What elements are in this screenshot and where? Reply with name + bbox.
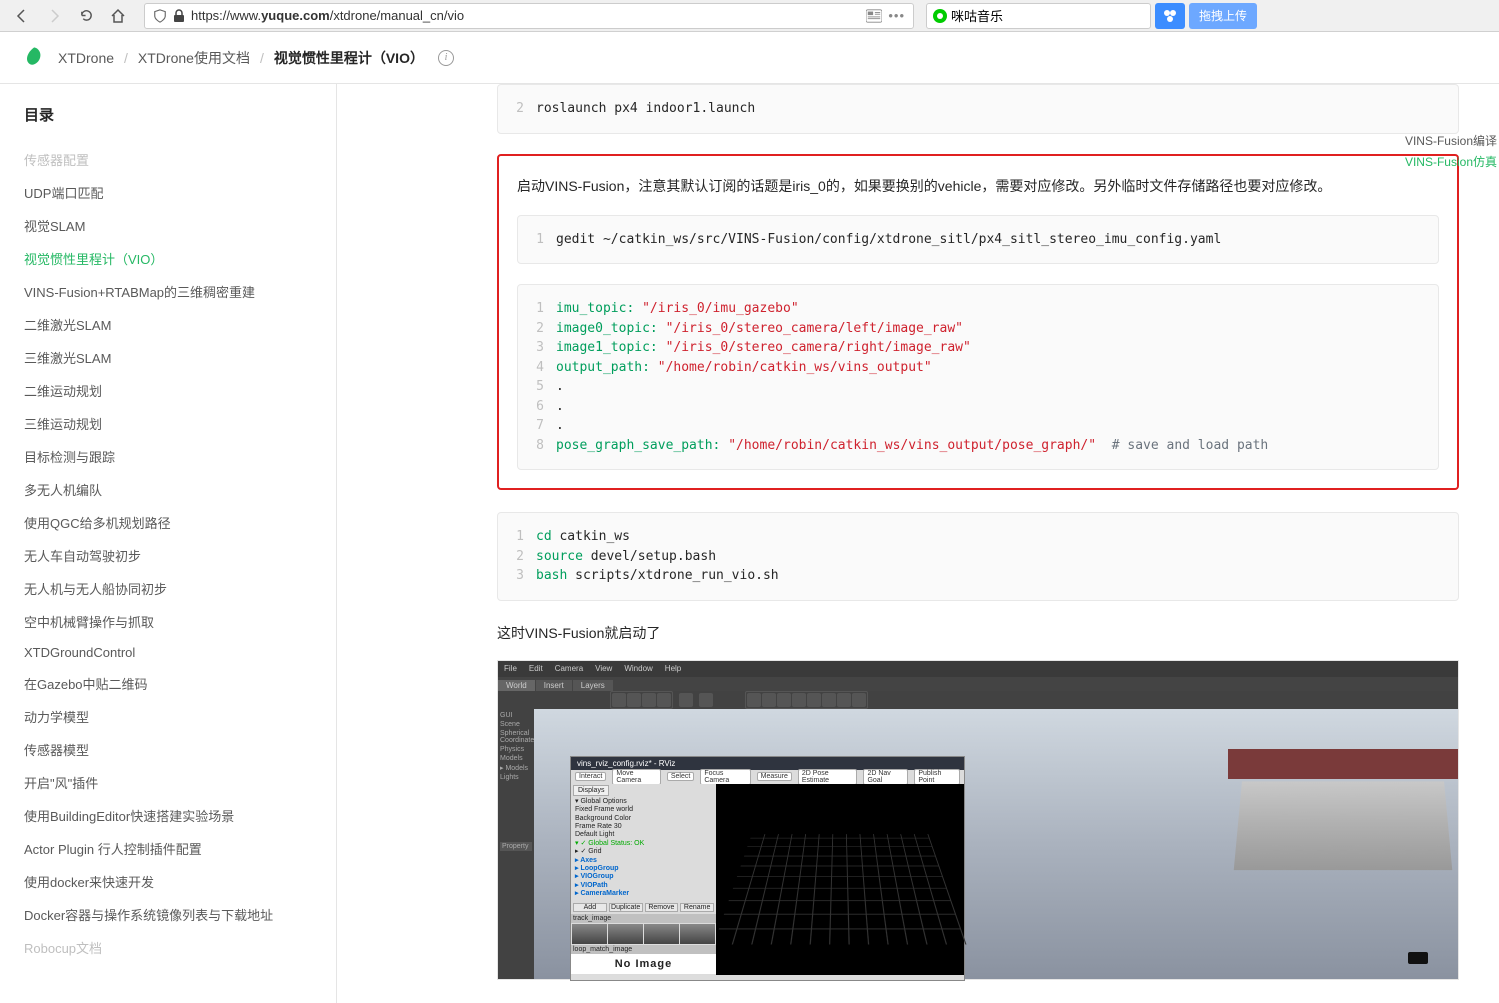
search-engine-icon [933, 9, 947, 23]
toc-item[interactable]: 无人机与无人船协同初步 [24, 572, 336, 605]
rviz-displays-panel: Displays ▾ Global Options Fixed Frame wo… [571, 784, 716, 975]
gazebo-menubar: FileEditCameraViewWindowHelp [498, 661, 1458, 677]
info-icon[interactable]: i [438, 50, 454, 66]
code-text: gedit ~/catkin_ws/src/VINS-Fusion/config… [556, 230, 1438, 250]
toc-item[interactable]: 无人车自动驾驶初步 [24, 539, 336, 572]
breadcrumb-current: 视觉惯性里程计（VIO） [274, 48, 424, 68]
toc-item[interactable]: VINS-Fusion+RTABMap的三维稠密重建 [24, 275, 336, 308]
line-number: 1 [518, 230, 556, 250]
upload-button[interactable]: 拖拽上传 [1189, 3, 1257, 29]
toc-item[interactable]: 二维激光SLAM [24, 308, 336, 341]
toc-item[interactable]: 在Gazebo中贴二维码 [24, 667, 336, 700]
breadcrumb-sep: / [260, 50, 264, 66]
toc-item[interactable]: 空中机械臂操作与抓取 [24, 605, 336, 638]
toc-item[interactable]: 传感器配置 [24, 143, 336, 176]
drone-icon [1408, 952, 1428, 964]
toc-item[interactable]: 开启"风"插件 [24, 766, 336, 799]
toc-item[interactable]: Actor Plugin 行人控制插件配置 [24, 832, 336, 865]
toc-item[interactable]: UDP端口匹配 [24, 176, 336, 209]
url-bar[interactable]: https://www.yuque.com/xtdrone/manual_cn/… [144, 3, 914, 29]
code-block: 2roslaunch px4 indoor1.launch [497, 84, 1459, 134]
shield-icon [153, 9, 167, 23]
toc-item[interactable]: 三维运动规划 [24, 407, 336, 440]
sidebar-title: 目录 [24, 104, 336, 125]
reload-button[interactable] [72, 2, 100, 30]
toc-item[interactable]: Robocup文档 [24, 931, 336, 964]
toc-item[interactable]: Docker容器与操作系统镜像列表与下载地址 [24, 898, 336, 931]
yuque-logo-icon[interactable] [20, 44, 48, 72]
breadcrumb-link[interactable]: XTDrone [58, 50, 114, 66]
code-block: 1cd catkin_ws 2source devel/setup.bash 3… [497, 512, 1459, 601]
code-text: roslaunch px4 indoor1.launch [536, 99, 1458, 119]
breadcrumb: XTDrone / XTDrone使用文档 / 视觉惯性里程计（VIO） i [58, 48, 454, 68]
toc-item[interactable]: 目标检测与跟踪 [24, 440, 336, 473]
code-block: 1gedit ~/catkin_ws/src/VINS-Fusion/confi… [517, 215, 1439, 265]
toc-item[interactable]: 传感器模型 [24, 733, 336, 766]
gazebo-tree: GUI Scene Spherical Coordinates Physics … [498, 709, 534, 979]
anchor-link[interactable]: VINS-Fusion编译 [1405, 130, 1497, 151]
toc-item[interactable]: 使用BuildingEditor快速搭建实验场景 [24, 799, 336, 832]
highlighted-section: 启动VINS-Fusion，注意其默认订阅的话题是iris_0的，如果要换别的v… [497, 154, 1459, 491]
main-content: 2roslaunch px4 indoor1.launch 启动VINS-Fus… [337, 84, 1499, 1003]
yuque-header: XTDrone / XTDrone使用文档 / 视觉惯性里程计（VIO） i [0, 32, 1499, 84]
paragraph: 启动VINS-Fusion，注意其默认订阅的话题是iris_0的，如果要换别的v… [517, 174, 1439, 199]
toc-item[interactable]: XTDGroundControl [24, 638, 336, 667]
back-button[interactable] [8, 2, 36, 30]
toc-item[interactable]: 动力学模型 [24, 700, 336, 733]
extension-button[interactable] [1155, 3, 1185, 29]
embedded-screenshot: FileEditCameraViewWindowHelp World Inser… [497, 660, 1459, 980]
url-text: https://www.yuque.com/xtdrone/manual_cn/… [191, 8, 860, 23]
search-input[interactable] [951, 8, 1144, 23]
browser-search[interactable] [926, 3, 1151, 29]
toc-item[interactable]: 视觉惯性里程计（VIO） [24, 242, 336, 275]
paragraph: 这时VINS-Fusion就启动了 [497, 621, 1459, 646]
sidebar: 目录 传感器配置UDP端口匹配视觉SLAM视觉惯性里程计（VIO）VINS-Fu… [0, 84, 337, 1003]
toc-item[interactable]: 使用QGC给多机规划路径 [24, 506, 336, 539]
breadcrumb-link[interactable]: XTDrone使用文档 [138, 48, 250, 68]
menu-dots-icon[interactable]: ••• [888, 8, 905, 23]
gazebo-3d-view: vins_rviz_config.rviz* - RViz InteractMo… [534, 709, 1458, 979]
toc-item[interactable]: 二维运动规划 [24, 374, 336, 407]
gazebo-toolbar [498, 691, 1458, 709]
code-block-yaml: 1imu_topic: "/iris_0/imu_gazebo" 2image0… [517, 284, 1439, 470]
rviz-3d-view [716, 784, 964, 975]
rviz-title: vins_rviz_config.rviz* - RViz [571, 757, 964, 770]
home-button[interactable] [104, 2, 132, 30]
toc-item[interactable]: 使用docker来快速开发 [24, 865, 336, 898]
toc-item[interactable]: 多无人机编队 [24, 473, 336, 506]
right-anchor-nav: VINS-Fusion编译 VINS-Fusion仿真 [1405, 130, 1497, 172]
toc-item[interactable]: 视觉SLAM [24, 209, 336, 242]
line-number: 2 [498, 99, 536, 119]
lock-icon [173, 9, 185, 23]
anchor-link[interactable]: VINS-Fusion仿真 [1405, 151, 1497, 172]
toc-item[interactable]: 三维激光SLAM [24, 341, 336, 374]
reader-icon[interactable] [866, 9, 882, 23]
browser-toolbar: https://www.yuque.com/xtdrone/manual_cn/… [0, 0, 1499, 32]
forward-button[interactable] [40, 2, 68, 30]
rviz-toolbar: InteractMove CameraSelectFocus CameraMea… [571, 770, 964, 784]
breadcrumb-sep: / [124, 50, 128, 66]
rviz-window: vins_rviz_config.rviz* - RViz InteractMo… [570, 756, 965, 981]
